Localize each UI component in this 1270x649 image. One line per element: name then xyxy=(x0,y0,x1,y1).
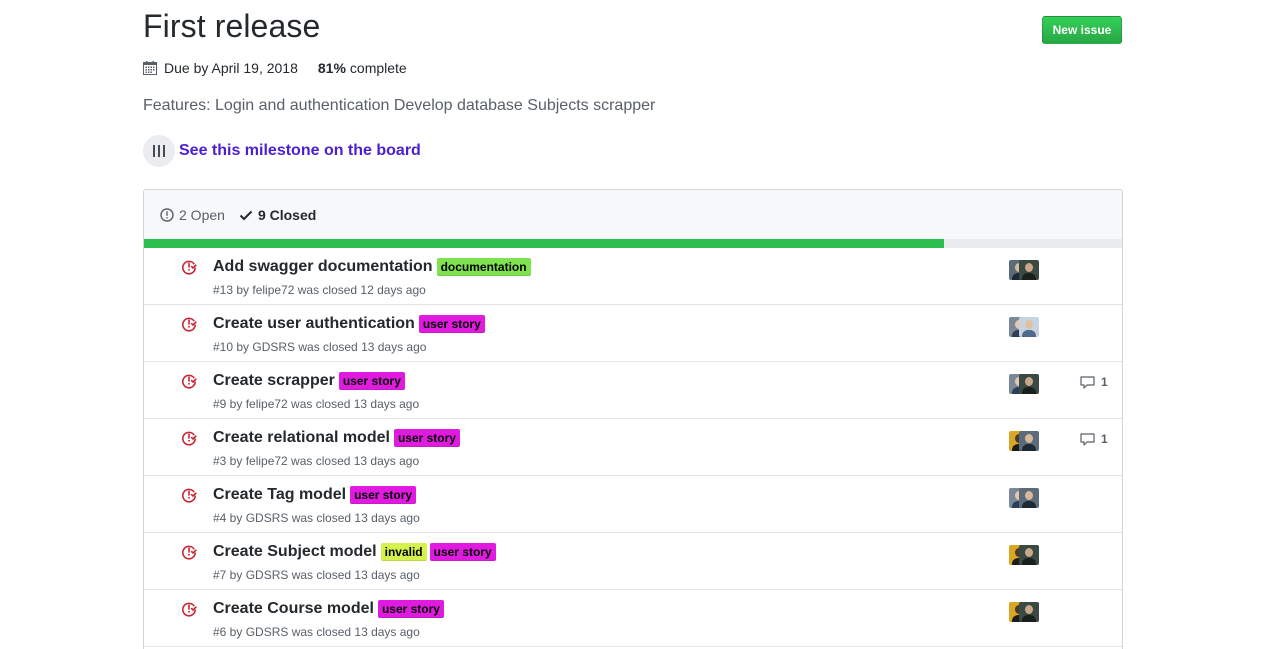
board-link-text[interactable]: See this milestone on the board xyxy=(179,142,421,160)
assignee-avatar[interactable] xyxy=(1019,431,1039,451)
issue-title-line: Create Course model user story xyxy=(213,600,447,618)
issue-label[interactable]: user story xyxy=(393,429,460,447)
page-title: First release xyxy=(143,8,321,44)
assignee-avatar[interactable] xyxy=(1019,488,1039,508)
issue-closed-icon xyxy=(181,259,197,275)
issue-meta: #4 by GDSRS was closed 13 days ago xyxy=(213,511,420,525)
percent-complete: 81% xyxy=(317,60,346,76)
issue-title-link[interactable]: Create user authentication xyxy=(213,315,415,333)
issue-meta: #13 by felipe72 was closed 12 days ago xyxy=(213,283,426,297)
issue-meta: #9 by felipe72 was closed 13 days ago xyxy=(213,397,420,411)
issue-title-line: Create Tag model user story xyxy=(213,486,419,504)
board-link[interactable]: See this milestone on the board xyxy=(143,135,421,167)
assignees xyxy=(1009,602,1039,622)
issues-header: 2 Open 9 Closed xyxy=(144,190,1122,239)
open-count: 2 Open xyxy=(179,206,225,223)
issue-closed-icon xyxy=(181,487,197,503)
assignees xyxy=(1009,545,1039,565)
issue-label[interactable]: user story xyxy=(338,372,405,390)
assignees xyxy=(1009,488,1039,508)
issue-title-link[interactable]: Create Tag model xyxy=(213,486,346,504)
issue-label[interactable]: user story xyxy=(418,315,485,333)
issue-title-line: Create scrapper user story xyxy=(213,372,408,390)
issue-meta: #6 by GDSRS was closed 13 days ago xyxy=(213,625,420,639)
issue-row[interactable]: Create user authentication user story #1… xyxy=(144,305,1122,362)
comment-count[interactable]: 1 xyxy=(1080,432,1108,446)
assignees xyxy=(1009,374,1039,394)
issue-label[interactable]: user story xyxy=(429,543,496,561)
milestone-meta: Due by April 19, 2018 81% complete xyxy=(143,60,407,76)
issues-box: 2 Open 9 Closed Add swagger documentatio… xyxy=(143,189,1123,649)
milestone-progress-bar xyxy=(144,239,1122,248)
issue-label[interactable]: invalid xyxy=(380,543,427,561)
comment-count-value: 1 xyxy=(1101,375,1108,389)
issue-row[interactable]: Add swagger documentation documentation … xyxy=(144,248,1122,305)
issue-closed-icon xyxy=(181,373,197,389)
issue-row[interactable]: Create Tag model user story #4 by GDSRS … xyxy=(144,476,1122,533)
check-icon xyxy=(239,210,253,220)
comment-count[interactable]: 1 xyxy=(1080,375,1108,389)
issue-title-link[interactable]: Create relational model xyxy=(213,429,390,447)
issue-label[interactable]: user story xyxy=(377,600,444,618)
issue-title-line: Create relational model user story xyxy=(213,429,463,447)
issue-closed-icon xyxy=(181,544,197,560)
issue-row[interactable]: Create scrapper user story #9 by felipe7… xyxy=(144,362,1122,419)
comment-count-value: 1 xyxy=(1101,432,1108,446)
assignees xyxy=(1009,317,1039,337)
assignees xyxy=(1009,260,1039,280)
comment-icon xyxy=(1080,432,1095,446)
calendar-icon xyxy=(143,61,157,75)
assignee-avatar[interactable] xyxy=(1019,317,1039,337)
assignee-avatar[interactable] xyxy=(1019,260,1039,280)
issue-row[interactable]: Create Subject model invalid user story #… xyxy=(144,533,1122,590)
issue-title-line: Add swagger documentation documentation xyxy=(213,258,534,276)
assignees xyxy=(1009,431,1039,451)
issue-title-link[interactable]: Add swagger documentation xyxy=(213,258,433,276)
issue-row[interactable]: Create Course model user story #6 by GDS… xyxy=(144,590,1122,647)
issue-title-link[interactable]: Create Subject model xyxy=(213,543,377,561)
issue-title-link[interactable]: Create Course model xyxy=(213,600,374,618)
comment-icon xyxy=(1080,375,1095,389)
issue-list: Add swagger documentation documentation … xyxy=(144,248,1122,647)
due-date: Due by April 19, 2018 xyxy=(164,60,298,76)
issue-meta: #7 by GDSRS was closed 13 days ago xyxy=(213,568,420,582)
project-board-icon xyxy=(143,135,175,167)
issue-meta: #3 by felipe72 was closed 13 days ago xyxy=(213,454,420,468)
new-issue-button[interactable]: New issue xyxy=(1042,16,1122,44)
issue-title-link[interactable]: Create scrapper xyxy=(213,372,335,390)
complete-label: complete xyxy=(349,60,407,76)
issue-title-line: Create user authentication user story xyxy=(213,315,488,333)
milestone-description: Features: Login and authentication Devel… xyxy=(143,97,656,114)
issue-open-icon xyxy=(160,207,174,222)
assignee-avatar[interactable] xyxy=(1019,545,1039,565)
issue-title-line: Create Subject model invalid user story xyxy=(213,543,499,561)
assignee-avatar[interactable] xyxy=(1019,374,1039,394)
issue-meta: #10 by GDSRS was closed 13 days ago xyxy=(213,340,427,354)
issue-closed-icon xyxy=(181,316,197,332)
open-issues-tab[interactable]: 2 Open xyxy=(160,207,225,223)
issue-label[interactable]: user story xyxy=(350,486,417,504)
issue-closed-icon xyxy=(181,601,197,617)
assignee-avatar[interactable] xyxy=(1019,602,1039,622)
progress-fill xyxy=(144,239,944,248)
issue-label[interactable]: documentation xyxy=(436,258,531,276)
closed-issues-tab[interactable]: 9 Closed xyxy=(239,207,316,223)
issue-row[interactable]: Create relational model user story #3 by… xyxy=(144,419,1122,476)
closed-count: 9 Closed xyxy=(257,206,317,223)
issue-closed-icon xyxy=(181,430,197,446)
